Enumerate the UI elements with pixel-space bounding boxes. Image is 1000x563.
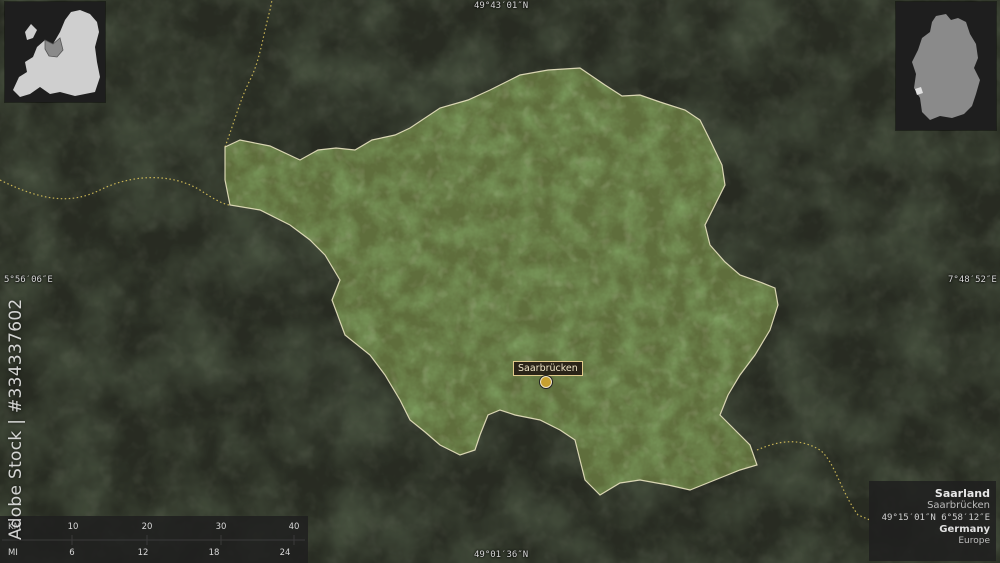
europe-map-icon (5, 2, 105, 102)
circle-marker-icon[interactable] (540, 376, 552, 388)
scale-mi-tick: 24 (279, 548, 291, 558)
germany-map-icon (896, 2, 996, 130)
coord-bottom: 49°01′36″N (474, 550, 529, 560)
scale-km-tick: 40 (288, 522, 300, 532)
scale-km-tick: 20 (141, 522, 153, 532)
scale-mi-tick: 18 (208, 548, 220, 558)
continent-name: Europe (958, 536, 990, 546)
coord-left: 5°56′06″E (4, 275, 53, 285)
capital-name: Saarbrücken (927, 500, 990, 511)
coord-top: 49°43′01″N (474, 1, 529, 11)
coord-right: 7°48′52″E (948, 275, 997, 285)
country-name: Germany (939, 524, 990, 535)
country-inset-map (896, 2, 996, 130)
scale-mi-label: MI (8, 548, 18, 558)
scale-mi-tick: 12 (137, 548, 149, 558)
satellite-map (0, 0, 1000, 563)
info-box: Saarland Saarbrücken 49°15′01″N 6°58′12″… (869, 481, 996, 561)
place-label: Saarbrücken (513, 361, 583, 376)
region-name: Saarland (934, 487, 990, 500)
scale-panel: KM MI 10 20 30 40 6 12 18 24 (0, 516, 308, 563)
watermark-text: Adobe Stock | #334337602 (6, 298, 26, 540)
europe-inset-map (5, 2, 105, 102)
capital-coords: 49°15′01″N 6°58′12″E (881, 513, 990, 523)
scale-mi-tick: 6 (69, 548, 75, 558)
scale-km-tick: 10 (67, 522, 79, 532)
scale-km-tick: 30 (215, 522, 227, 532)
